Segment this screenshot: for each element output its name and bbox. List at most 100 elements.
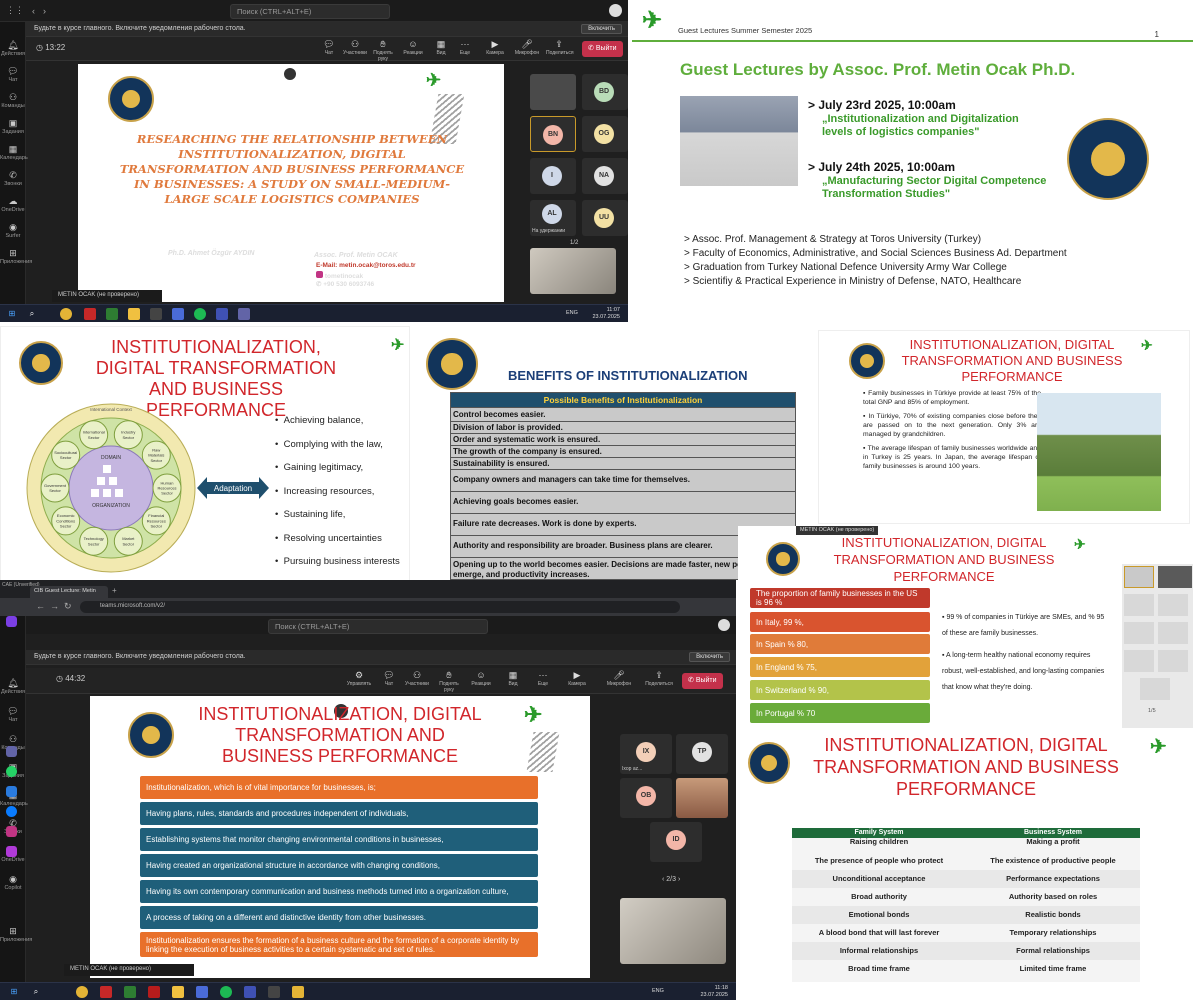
app-icon[interactable]	[172, 308, 184, 320]
search-icon[interactable]: ⌕	[30, 986, 42, 998]
app-icon[interactable]	[6, 846, 17, 857]
instagram-icon[interactable]	[6, 826, 17, 837]
files-icon[interactable]	[172, 986, 184, 998]
app-icon[interactable]	[84, 308, 96, 320]
participant-video[interactable]	[676, 778, 728, 818]
share-button[interactable]: ⇪ Поделиться	[644, 670, 674, 687]
participant-tile[interactable]: BD	[582, 74, 628, 110]
messenger-icon[interactable]	[6, 806, 17, 817]
presenter-video[interactable]	[620, 898, 726, 964]
participant-tile[interactable]	[1124, 566, 1154, 588]
forward-icon[interactable]: ›	[43, 6, 46, 16]
participant-tile[interactable]: UU	[582, 200, 628, 236]
view-button[interactable]: ▦ Вид	[428, 39, 454, 56]
participant-video[interactable]	[1158, 566, 1192, 588]
search-icon[interactable]: ⌕	[26, 308, 38, 320]
app-icon[interactable]	[148, 986, 160, 998]
windows-start-icon[interactable]: ⊞	[8, 986, 20, 998]
chrome-icon[interactable]	[60, 308, 72, 320]
rail-teams[interactable]: ⚇Команды	[0, 92, 26, 109]
back-icon[interactable]: ←	[36, 601, 45, 611]
app-icon[interactable]	[124, 986, 136, 998]
participant-tile[interactable]	[1158, 594, 1188, 616]
share-button[interactable]: ⇪ Поделиться	[546, 39, 574, 56]
app-icon[interactable]	[100, 986, 112, 998]
avatar[interactable]	[609, 4, 622, 17]
files-icon[interactable]	[128, 308, 140, 320]
forward-icon[interactable]: →	[50, 601, 59, 611]
app-icon[interactable]	[106, 308, 118, 320]
rail-surfer[interactable]: ◉ Surfer	[0, 222, 26, 239]
rail-activity[interactable]: 🔔︎ Действия	[0, 40, 26, 57]
camera-button[interactable]: ▶ Камера	[482, 39, 508, 56]
app-icon[interactable]	[150, 308, 162, 320]
raise-hand-button[interactable]: ✋︎ Поднять руку	[434, 670, 464, 693]
apps-icon[interactable]: ⋮⋮	[6, 5, 24, 16]
presenter-video[interactable]	[530, 248, 616, 294]
reactions-button[interactable]: ☺ Реакции	[468, 670, 494, 687]
rail-calls[interactable]: ✆Звонки	[0, 170, 26, 187]
app-icon[interactable]	[6, 616, 17, 627]
participant-tile[interactable]	[1158, 650, 1188, 672]
participant-tile[interactable]: NA	[582, 158, 628, 194]
teams-icon[interactable]	[292, 986, 304, 998]
reactions-button[interactable]: ☺ Реакции	[400, 39, 426, 56]
participant-tile[interactable]	[1124, 650, 1154, 672]
rail-calendar[interactable]: ▦Календарь	[0, 144, 28, 161]
participant-tile[interactable]: IX Ixop az...	[620, 734, 672, 774]
search-input[interactable]: Поиск (CTRL+ALT+E)	[230, 4, 390, 19]
language-indicator[interactable]: ENG	[652, 988, 664, 994]
avatar[interactable]	[718, 619, 730, 631]
spotify-icon[interactable]	[194, 308, 206, 320]
rail-chat[interactable]: 💬︎ Чат	[0, 66, 26, 83]
app-icon[interactable]	[196, 986, 208, 998]
clock[interactable]: 11:18 23.07.2025	[700, 985, 728, 999]
windows-start-icon[interactable]: ⊞	[6, 308, 18, 320]
whatsapp-icon[interactable]	[6, 766, 17, 777]
rail-assignments[interactable]: ▣Задания	[0, 118, 26, 135]
new-tab-icon[interactable]: +	[112, 586, 117, 595]
participant-tile[interactable]: AL На удержании	[530, 200, 576, 236]
participant-tile[interactable]	[1124, 594, 1154, 616]
page-indicator[interactable]: ‹ 2/3 ›	[662, 876, 680, 883]
rail-apps[interactable]: ⊞ Приложения	[0, 248, 32, 265]
camera-button[interactable]: ▶ Камера	[564, 670, 590, 687]
app-icon[interactable]	[268, 986, 280, 998]
teams-icon[interactable]	[238, 308, 250, 320]
participants-button[interactable]: ⚇ Участники	[342, 39, 368, 56]
participant-tile[interactable]	[1124, 622, 1154, 644]
address-input[interactable]: teams.microsoft.com/v2/	[80, 601, 680, 613]
mic-button[interactable]: 🎤︎ Микрофон	[604, 670, 634, 687]
participant-tile[interactable]: OG	[582, 116, 628, 152]
leave-button[interactable]: ✆ Выйти	[682, 673, 723, 689]
participant-tile[interactable]	[1158, 622, 1188, 644]
chrome-icon[interactable]	[76, 986, 88, 998]
app-icon[interactable]	[6, 786, 17, 797]
app-icon[interactable]	[244, 986, 256, 998]
participant-tile[interactable]: TP	[676, 734, 728, 774]
spotify-icon[interactable]	[220, 986, 232, 998]
language-indicator[interactable]: ENG	[566, 310, 578, 316]
chat-button[interactable]: 💬︎ Чат	[376, 670, 402, 687]
participants-button[interactable]: ⚇ Участники	[404, 670, 430, 687]
manage-button[interactable]: ⚙ Управлять	[344, 670, 374, 687]
app-icon[interactable]	[216, 308, 228, 320]
rail-onedrive[interactable]: ☁OneDrive	[0, 196, 26, 213]
participant-tile[interactable]: ID	[650, 822, 702, 862]
clock[interactable]: 11:07 23.07.2025	[592, 307, 620, 321]
page-indicator[interactable]: 1/2	[570, 240, 578, 246]
participant-tile[interactable]: BN	[530, 116, 576, 152]
participant-tile[interactable]: I	[530, 158, 576, 194]
back-icon[interactable]: ‹	[32, 6, 35, 16]
view-button[interactable]: ▦ Вид	[500, 670, 526, 687]
enable-notifications-button[interactable]: Включить	[689, 652, 730, 662]
participant-tile[interactable]: OB	[620, 778, 672, 818]
share-indicator-icon[interactable]	[284, 68, 296, 80]
reload-icon[interactable]: ↻	[64, 601, 72, 612]
enable-notifications-button[interactable]: Включить	[581, 24, 622, 34]
app-icon[interactable]	[6, 746, 17, 757]
page-indicator[interactable]: 1/5	[1148, 708, 1156, 714]
search-input[interactable]: Поиск (CTRL+ALT+E)	[268, 619, 488, 634]
more-button[interactable]: ··· Еще	[530, 670, 556, 687]
browser-tab[interactable]: CIB Guest Lecture: Metin	[30, 586, 108, 598]
